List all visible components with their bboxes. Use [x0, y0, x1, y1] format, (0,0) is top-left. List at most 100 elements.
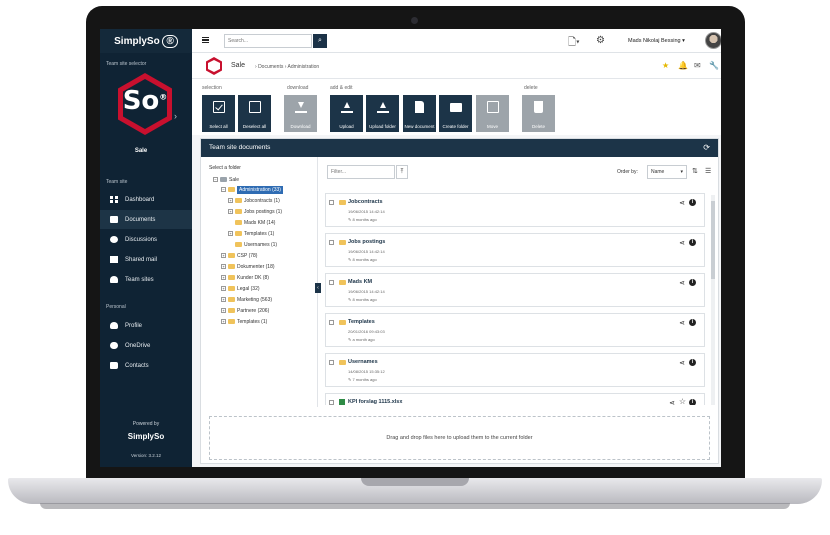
move-button[interactable]: Move [476, 95, 509, 132]
share-icon[interactable]: ⋖ [679, 199, 685, 207]
download-icon [294, 101, 307, 113]
info-icon[interactable]: i [689, 399, 696, 405]
row-checkbox[interactable] [329, 240, 334, 245]
share-icon[interactable]: ⋖ [669, 399, 675, 405]
star-icon[interactable]: ★ [662, 61, 669, 70]
sidebar-item-profile[interactable]: Profile [100, 316, 192, 335]
tree-node-root[interactable]: − Sale [213, 175, 239, 184]
brand-name: SimplySo [114, 35, 160, 47]
row-age: ✎ a month ago [348, 337, 375, 342]
tree-node-administration[interactable]: − Administration (33) [221, 185, 283, 194]
list-item[interactable]: Templates 20/01/2016 09:43:03 ✎ a month … [325, 313, 705, 347]
row-checkbox[interactable] [329, 360, 334, 365]
drop-zone[interactable]: Drag and drop files here to upload them … [209, 416, 710, 460]
row-name[interactable]: Jobs postings [348, 239, 385, 245]
upload-folder-button[interactable]: Upload folder [366, 95, 399, 132]
delete-button[interactable]: Delete [522, 95, 555, 132]
search-button[interactable]: ⌕ [313, 34, 327, 48]
list-item[interactable]: Jobcontracts 19/06/2015 14:42:14 ✎ 8 mon… [325, 193, 705, 227]
team-site-selector[interactable]: So® [110, 73, 180, 153]
share-icon[interactable]: ⋖ [679, 359, 685, 367]
tree-node-partnere[interactable]: + Partnere (206) [221, 306, 269, 315]
row-checkbox[interactable] [329, 280, 334, 285]
bell-icon[interactable]: 🔔 [678, 61, 688, 70]
sidebar-item-shared-mail[interactable]: Shared mail [100, 250, 192, 269]
row-name[interactable]: Mads KM [348, 279, 372, 285]
tree-node-label: Dokumenter (18) [237, 263, 275, 270]
sidebar-item-team-sites[interactable]: Team sites [100, 270, 192, 289]
row-name[interactable]: KPI forslag 1115.xlsx [348, 399, 402, 405]
sidebar-item-contacts[interactable]: Contacts [100, 356, 192, 375]
scrollbar-thumb[interactable] [711, 201, 715, 279]
envelope-icon[interactable]: ✉ [694, 61, 701, 70]
tree-node-jobcontracts[interactable]: + Jobcontracts (1) [228, 196, 280, 205]
sidebar-item-documents[interactable]: Documents [100, 210, 192, 229]
tree-node-csp[interactable]: + CSP (78) [221, 251, 257, 260]
folder-icon [339, 320, 346, 325]
info-icon[interactable]: i [689, 359, 696, 366]
order-by-select[interactable]: Name ▾ [647, 165, 687, 179]
info-icon[interactable]: i [689, 279, 696, 286]
team-sites-icon [110, 276, 118, 283]
create-folder-button[interactable]: Create folder [439, 95, 472, 132]
brand-logo[interactable]: SimplySo ® [100, 29, 192, 53]
new-document-dropdown-icon[interactable]: 🗋▾ [568, 35, 580, 52]
tree-node-label: Partnere (206) [237, 307, 270, 314]
row-name[interactable]: Usernames [348, 359, 378, 365]
tree-node-dokumenter[interactable]: + Dokumenter (18) [221, 262, 275, 271]
list-item[interactable]: Mads KM 19/06/2015 14:42:14 ✎ 8 months a… [325, 273, 705, 307]
list-view-icon[interactable]: ☰ [705, 167, 711, 175]
row-checkbox[interactable] [329, 400, 334, 405]
row-date: 20/01/2016 09:43:03 [348, 329, 385, 334]
breadcrumb-site[interactable]: Sale [231, 62, 245, 69]
search-input[interactable] [224, 34, 312, 48]
tree-node-mads-km[interactable]: Mads KM (14) [235, 218, 275, 227]
info-icon[interactable]: i [689, 239, 696, 246]
tree-node-marketing[interactable]: + Marketing (563) [221, 295, 272, 304]
tree-node-usernames[interactable]: Usernames (1) [235, 240, 277, 249]
share-icon[interactable]: ⋖ [679, 319, 685, 327]
selection-group-label: selection [202, 85, 222, 91]
list-item[interactable]: Jobs postings 19/06/2015 14:42:14 ✎ 8 mo… [325, 233, 705, 267]
share-icon[interactable]: ⋖ [679, 279, 685, 287]
row-name[interactable]: Jobcontracts [348, 199, 383, 205]
row-checkbox[interactable] [329, 200, 334, 205]
avatar[interactable] [705, 32, 721, 49]
download-button[interactable]: Download [284, 95, 317, 132]
list-item[interactable]: KPI forslag 1115.xlsx ⋖ ☆ i [325, 393, 705, 405]
sidebar-item-onedrive[interactable]: OneDrive [100, 336, 192, 355]
upload-button[interactable]: Upload [330, 95, 363, 132]
move-icon [486, 101, 499, 113]
row-age: ✎ 8 months ago [348, 257, 377, 262]
select-all-button[interactable]: Select all [202, 95, 235, 132]
sidebar-item-discussions[interactable]: Discussions [100, 230, 192, 249]
share-icon[interactable]: ⋖ [679, 239, 685, 247]
list-item[interactable]: Usernames 14/08/2015 15:35:12 ✎ 7 months… [325, 353, 705, 387]
button-label: Download [290, 124, 311, 129]
row-name[interactable]: Templates [348, 319, 375, 325]
tree-node-templates-sub[interactable]: + Templates (1) [228, 229, 274, 238]
excel-file-icon [339, 399, 345, 405]
tree-node-legal[interactable]: + Legal (32) [221, 284, 260, 293]
row-checkbox[interactable] [329, 320, 334, 325]
info-icon[interactable]: i [689, 319, 696, 326]
chevron-right-icon[interactable]: › [174, 111, 177, 121]
breadcrumb[interactable]: › Documents › Administration [255, 64, 319, 70]
info-icon[interactable]: i [689, 199, 696, 206]
gear-icon[interactable]: ⚙ [596, 35, 605, 46]
tree-node-templates[interactable]: + Templates (1) [221, 317, 267, 326]
new-document-button[interactable]: New document [403, 95, 436, 132]
sort-list-icon[interactable]: ⇅ [692, 167, 698, 175]
sort-direction-button[interactable]: ⤒ [396, 165, 408, 179]
menu-icon[interactable] [202, 37, 209, 43]
filter-input[interactable] [327, 165, 395, 179]
deselect-all-button[interactable]: Deselect all [238, 95, 271, 132]
wrench-icon[interactable]: 🔧 [709, 61, 719, 70]
user-name[interactable]: Mads Nikolaj Bessing ▾ [628, 38, 685, 44]
refresh-icon[interactable]: ⟳ [703, 143, 710, 152]
tree-node-jobs-postings[interactable]: + Jobs postings (1) [228, 207, 282, 216]
tree-node-kunder[interactable]: + Kunder DK (8) [221, 273, 269, 282]
sidebar-item-dashboard[interactable]: Dashboard [100, 190, 192, 209]
tree-node-label: Mads KM (14) [244, 219, 276, 226]
star-icon[interactable]: ☆ [679, 397, 686, 405]
